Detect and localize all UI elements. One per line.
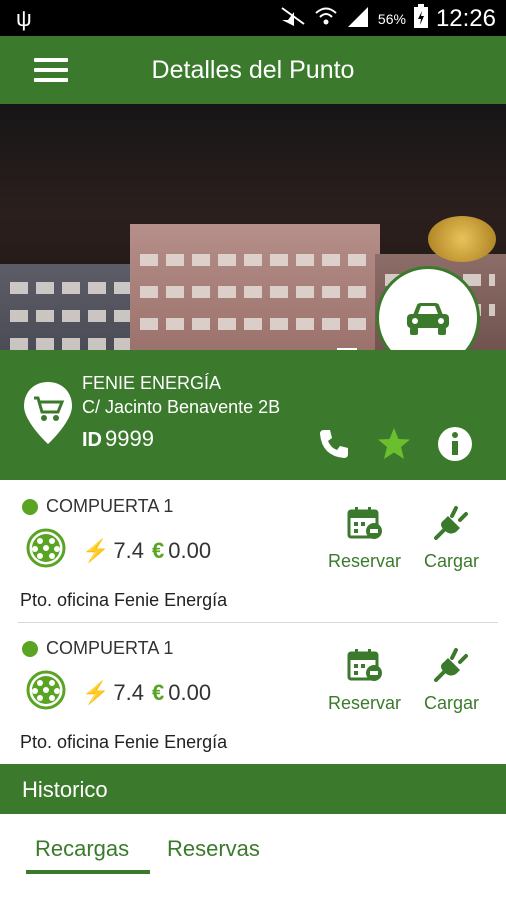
reserve-button[interactable]: Reservar <box>328 648 401 714</box>
phone-button[interactable] <box>318 428 350 465</box>
signal-icon <box>346 5 370 32</box>
car-icon <box>407 303 449 335</box>
history-tabs: Recargas Reservas <box>0 814 506 900</box>
charge-label: Cargar <box>424 693 480 713</box>
power-value: 7.4 <box>113 680 144 705</box>
favorite-button[interactable] <box>376 426 412 467</box>
status-dot <box>22 498 38 515</box>
reserve-label: Reservar <box>328 693 402 713</box>
slot-description: Pto. oficina Fenie Energía <box>20 590 228 610</box>
slot-price: €0.00 <box>152 538 211 564</box>
connector-icon <box>26 670 66 710</box>
window-row <box>140 286 370 298</box>
slot-power: ⚡ 7.4 <box>82 538 144 564</box>
page-title: Detalles del Punto <box>151 56 355 84</box>
id-value: 9999 <box>105 426 154 451</box>
plug-icon <box>433 648 468 682</box>
slot-name: COMPUERTA 1 <box>46 496 174 516</box>
charge-button[interactable]: Cargar <box>424 648 479 714</box>
charge-label: Cargar <box>424 551 480 571</box>
power-icon: ⚡ <box>82 680 110 705</box>
info-button[interactable] <box>437 426 473 467</box>
price-value: 0.00 <box>168 538 212 563</box>
price-value: 0.00 <box>168 680 212 705</box>
tab-recargas[interactable]: Recargas <box>35 836 129 862</box>
info-icon <box>438 427 472 461</box>
mute-icon <box>280 6 306 31</box>
charge-button[interactable]: Cargar <box>424 506 479 572</box>
history-header: Historico <box>0 764 506 814</box>
tab-reservas[interactable]: Reservas <box>167 836 260 862</box>
id-label: ID <box>82 429 102 451</box>
point-address: C/ Jacinto Benavente 2B <box>82 397 281 417</box>
plug-icon <box>433 506 468 540</box>
certification-badge <box>428 216 496 262</box>
divider <box>18 622 498 623</box>
point-info-panel: FENIE ENERGÍA C/ Jacinto Benavente 2B ID… <box>0 350 506 480</box>
slot-header: COMPUERTA 1 <box>22 496 173 517</box>
star-icon <box>378 428 410 459</box>
slot-price: €0.00 <box>152 680 211 706</box>
slot-power: ⚡ 7.4 <box>82 680 144 706</box>
status-bar: ψ 56% 12:26 <box>0 0 506 36</box>
history-title: Historico <box>22 777 108 802</box>
slot-header: COMPUERTA 1 <box>22 638 173 659</box>
app-bar: Detalles del Punto <box>0 36 506 104</box>
phone-icon <box>320 430 348 458</box>
usb-icon: ψ <box>16 6 32 31</box>
charging-slot: COMPUERTA 1 ⚡ 7.4 €0.00 Reservar Cargar P… <box>0 624 506 764</box>
wifi-icon <box>314 6 338 31</box>
euro-icon: € <box>152 538 165 563</box>
window-row <box>140 254 370 266</box>
power-icon: ⚡ <box>82 538 110 563</box>
clock: 12:26 <box>435 4 496 32</box>
calendar-icon <box>347 649 382 681</box>
status-dot <box>22 640 38 657</box>
reserve-label: Reservar <box>328 551 402 571</box>
window-row <box>10 338 130 350</box>
calendar-icon <box>347 507 382 539</box>
battery-percent: 56% <box>377 10 406 27</box>
slot-name: COMPUERTA 1 <box>46 638 174 658</box>
charging-slot: COMPUERTA 1 ⚡ 7.4 €0.00 Reservar Cargar P… <box>0 482 506 622</box>
point-name: FENIE ENERGÍA <box>82 373 222 393</box>
euro-icon: € <box>152 680 165 705</box>
window-row <box>140 318 370 330</box>
shop-pin-icon <box>24 382 72 444</box>
battery-icon <box>413 4 428 33</box>
power-value: 7.4 <box>113 538 144 563</box>
active-tab-indicator <box>26 870 150 874</box>
slot-description: Pto. oficina Fenie Energía <box>20 732 228 752</box>
window-row <box>10 282 130 294</box>
point-id: ID 9999 <box>82 426 154 452</box>
connector-icon <box>26 528 66 568</box>
reserve-button[interactable]: Reservar <box>328 506 401 572</box>
window-row <box>10 310 130 322</box>
